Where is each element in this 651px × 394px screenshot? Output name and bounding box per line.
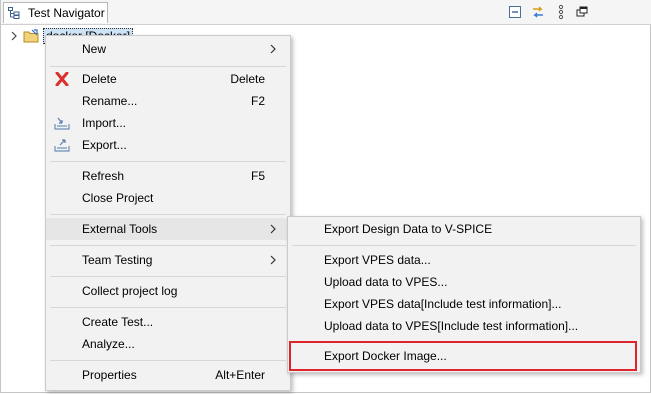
chevron-right-icon xyxy=(270,44,276,54)
tab-label: Test Navigator xyxy=(28,6,105,20)
context-menu: New Delete Delete Rename... F2 Import...… xyxy=(45,35,291,391)
menu-item-collect-log[interactable]: Collect project log xyxy=(46,280,290,302)
tab-test-navigator[interactable]: Test Navigator xyxy=(3,2,108,23)
menu-separator xyxy=(50,214,286,215)
menu-item-create-test[interactable]: Create Test... xyxy=(46,311,290,333)
menu-item-label: Upload data to VPES... xyxy=(324,275,448,289)
menu-item-label: Rename... xyxy=(82,94,138,108)
tree-icon xyxy=(8,7,20,19)
menu-item-upload-vpes-data-info[interactable]: Upload data to VPES[Include test informa… xyxy=(288,315,640,337)
menu-item-label: Team Testing xyxy=(82,253,153,267)
menu-item-label: Collect project log xyxy=(82,284,178,298)
menu-item-label: Properties xyxy=(82,368,137,382)
menu-item-rename[interactable]: Rename... F2 xyxy=(46,90,290,112)
view-menu-icon[interactable] xyxy=(553,4,569,20)
link-with-editor-icon[interactable] xyxy=(530,4,546,20)
menu-separator xyxy=(50,245,286,246)
menu-item-label: Close Project xyxy=(82,191,154,205)
menu-item-label: Export VPES data... xyxy=(324,253,431,267)
menu-separator xyxy=(50,276,286,277)
menu-item-close-project[interactable]: Close Project xyxy=(46,187,290,209)
menu-item-label: Import... xyxy=(82,116,127,130)
maximize-icon[interactable] xyxy=(574,4,590,20)
menu-item-team-testing[interactable]: Team Testing xyxy=(46,249,290,271)
import-icon xyxy=(54,117,70,130)
menu-item-label: External Tools xyxy=(82,222,158,236)
menu-separator xyxy=(50,66,286,67)
view-tabbar: Test Navigator xyxy=(1,0,651,25)
collapse-all-icon[interactable] xyxy=(507,4,523,20)
menu-item-export-design-data[interactable]: Export Design Data to V-SPICE xyxy=(288,218,640,240)
menu-item-import[interactable]: Import... xyxy=(46,112,290,134)
project-folder-icon xyxy=(23,29,39,43)
menu-item-export-vpes-data[interactable]: Export VPES data... xyxy=(288,249,640,271)
menu-item-label: Export... xyxy=(82,138,127,152)
chevron-right-icon xyxy=(270,224,276,234)
menu-item-label: Export VPES data[Include test informatio… xyxy=(324,297,562,311)
menu-item-external-tools[interactable]: External Tools xyxy=(46,218,290,240)
menu-separator xyxy=(50,161,286,162)
menu-item-delete[interactable]: Delete Delete xyxy=(46,68,290,90)
menu-item-label: New xyxy=(82,42,107,56)
menu-item-shortcut: F5 xyxy=(250,169,265,183)
chevron-right-icon[interactable] xyxy=(9,30,19,42)
menu-item-export-vpes-data-info[interactable]: Export VPES data[Include test informatio… xyxy=(288,293,640,315)
menu-separator xyxy=(50,360,286,361)
menu-separator xyxy=(50,307,286,308)
menu-item-label: Refresh xyxy=(82,169,125,183)
menu-item-refresh[interactable]: Refresh F5 xyxy=(46,165,290,187)
menu-item-export[interactable]: Export... xyxy=(46,134,290,156)
menu-item-shortcut: Delete xyxy=(230,72,265,86)
export-icon xyxy=(54,139,70,152)
menu-item-label: Export Design Data to V-SPICE xyxy=(324,222,493,236)
highlight-annotation-box xyxy=(289,341,637,371)
menu-item-analyze[interactable]: Analyze... xyxy=(46,333,290,355)
menu-item-shortcut: Alt+Enter xyxy=(215,368,265,382)
menu-item-label: Upload data to VPES[Include test informa… xyxy=(324,319,579,333)
menu-item-properties[interactable]: Properties Alt+Enter xyxy=(46,364,290,386)
menu-item-label: Delete xyxy=(82,72,117,86)
delete-icon xyxy=(55,72,69,86)
menu-item-upload-vpes-data[interactable]: Upload data to VPES... xyxy=(288,271,640,293)
menu-item-label: Create Test... xyxy=(82,315,154,329)
menu-item-shortcut: F2 xyxy=(250,94,265,108)
menu-item-label: Analyze... xyxy=(82,337,135,351)
menu-separator xyxy=(292,245,636,246)
menu-item-new[interactable]: New xyxy=(46,38,290,60)
chevron-right-icon xyxy=(270,255,276,265)
